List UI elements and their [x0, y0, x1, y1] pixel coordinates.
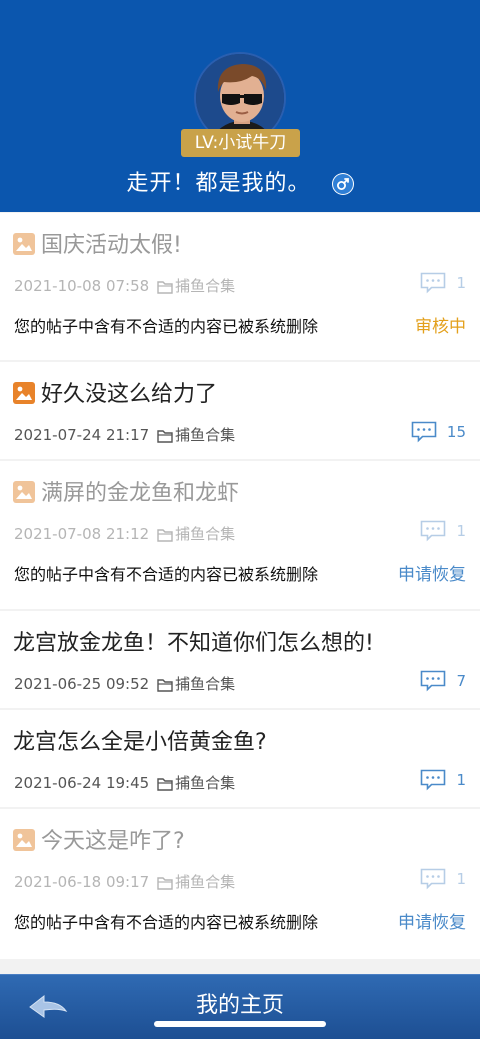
- post-title[interactable]: 国庆活动太假!: [13, 227, 182, 259]
- post-title[interactable]: 满屏的金龙鱼和龙虾: [13, 475, 239, 507]
- post-title-text: 好久没这么给力了: [41, 382, 218, 407]
- comment-count[interactable]: 7: [420, 670, 466, 696]
- post-board[interactable]: 捕鱼合集: [175, 675, 235, 693]
- post-item[interactable]: 好久没这么给力了 2021-07-24 21:17 捕鱼合集 15: [0, 362, 480, 459]
- page-title: 我的主页: [195, 993, 284, 1018]
- post-date: 2021-10-08 07:58: [14, 277, 150, 295]
- comment-icon: [420, 868, 446, 894]
- home-indicator: [154, 1021, 326, 1027]
- image-icon: [13, 382, 35, 404]
- bottom-nav-bar: 我的主页: [0, 974, 480, 1039]
- post-item[interactable]: 今天这是咋了? 2021-06-18 09:17 捕鱼合集 1 您的帖子中含有不合适的内…: [0, 809, 480, 959]
- comment-icon: [420, 670, 446, 696]
- folder-icon: [157, 429, 173, 447]
- post-meta: 2021-06-24 19:45 捕鱼合集: [14, 772, 235, 795]
- deletion-notice: 您的帖子中含有不合适的内容已被系统删除: [14, 565, 319, 584]
- folder-icon: [157, 876, 173, 894]
- request-restore-button[interactable]: 申请恢复: [398, 908, 466, 933]
- post-board[interactable]: 捕鱼合集: [175, 525, 235, 543]
- deletion-notice: 您的帖子中含有不合适的内容已被系统删除: [14, 317, 319, 336]
- comment-count[interactable]: 15: [411, 421, 466, 447]
- request-restore-button[interactable]: 申请恢复: [398, 560, 466, 585]
- comment-count-value: 1: [456, 274, 466, 292]
- post-meta: 2021-07-24 21:17 捕鱼合集: [14, 424, 235, 447]
- post-title-text: 龙宫怎么全是小倍黄金鱼?: [13, 730, 267, 755]
- folder-icon: [157, 280, 173, 298]
- post-title-text: 龙宫放金龙鱼！不知道你们怎么想的!: [13, 631, 374, 656]
- post-item[interactable]: 满屏的金龙鱼和龙虾 2021-07-08 21:12 捕鱼合集 1 您的帖子中含有不合适…: [0, 461, 480, 609]
- comment-icon: [420, 769, 446, 795]
- post-meta: 2021-06-25 09:52 捕鱼合集: [14, 673, 235, 696]
- comment-count[interactable]: 1: [420, 769, 466, 795]
- folder-icon: [157, 528, 173, 546]
- post-date: 2021-07-08 21:12: [14, 525, 150, 543]
- comment-count[interactable]: 1: [420, 272, 466, 298]
- post-board[interactable]: 捕鱼合集: [175, 277, 235, 295]
- username: 走开！都是我的。: [0, 166, 480, 202]
- post-meta: 2021-07-08 21:12 捕鱼合集: [14, 523, 235, 546]
- comment-count-value: 15: [446, 423, 466, 441]
- post-title-text: 今天这是咋了?: [41, 829, 185, 854]
- post-title-text: 国庆活动太假!: [41, 233, 182, 258]
- post-board[interactable]: 捕鱼合集: [175, 774, 235, 792]
- username-text: 走开！都是我的。: [126, 171, 311, 196]
- post-date: 2021-07-24 21:17: [14, 426, 150, 444]
- post-date: 2021-06-24 19:45: [14, 774, 150, 792]
- comment-icon: [411, 421, 437, 447]
- post-item[interactable]: 龙宫放金龙鱼！不知道你们怎么想的! 2021-06-25 09:52 捕鱼合集 7: [0, 611, 480, 708]
- image-icon: [13, 481, 35, 503]
- post-item[interactable]: 龙宫怎么全是小倍黄金鱼? 2021-06-24 19:45 捕鱼合集 1: [0, 710, 480, 807]
- profile-header: LV:小试牛刀 走开！都是我的。: [0, 0, 480, 212]
- post-meta: 2021-06-18 09:17 捕鱼合集: [14, 871, 235, 894]
- level-badge: LV:小试牛刀: [181, 129, 300, 157]
- post-title-text: 满屏的金龙鱼和龙虾: [41, 481, 240, 506]
- comment-count-value: 1: [456, 870, 466, 888]
- post-board[interactable]: 捕鱼合集: [175, 873, 235, 891]
- post-board[interactable]: 捕鱼合集: [175, 426, 235, 444]
- deletion-notice: 您的帖子中含有不合适的内容已被系统删除: [14, 913, 319, 932]
- review-status: 审核中: [415, 317, 466, 337]
- folder-icon: [157, 777, 173, 795]
- comment-icon: [420, 272, 446, 298]
- comment-count[interactable]: 1: [420, 520, 466, 546]
- post-date: 2021-06-25 09:52: [14, 675, 150, 693]
- comment-count[interactable]: 1: [420, 868, 466, 894]
- male-icon: [331, 173, 354, 195]
- post-date: 2021-06-18 09:17: [14, 873, 150, 891]
- post-title[interactable]: 龙宫放金龙鱼！不知道你们怎么想的!: [13, 625, 374, 657]
- post-item[interactable]: 国庆活动太假! 2021-10-08 07:58 捕鱼合集 1 您的帖子中含有不合适的内…: [0, 213, 480, 360]
- post-title[interactable]: 好久没这么给力了: [13, 376, 217, 408]
- comment-count-value: 1: [456, 771, 466, 789]
- comment-count-value: 1: [456, 522, 466, 540]
- comment-count-value: 7: [456, 672, 466, 690]
- image-icon: [13, 829, 35, 851]
- image-icon: [13, 233, 35, 255]
- comment-icon: [420, 520, 446, 546]
- folder-icon: [157, 678, 173, 696]
- post-title[interactable]: 今天这是咋了?: [13, 823, 185, 855]
- post-title[interactable]: 龙宫怎么全是小倍黄金鱼?: [13, 724, 267, 756]
- post-meta: 2021-10-08 07:58 捕鱼合集: [14, 275, 235, 298]
